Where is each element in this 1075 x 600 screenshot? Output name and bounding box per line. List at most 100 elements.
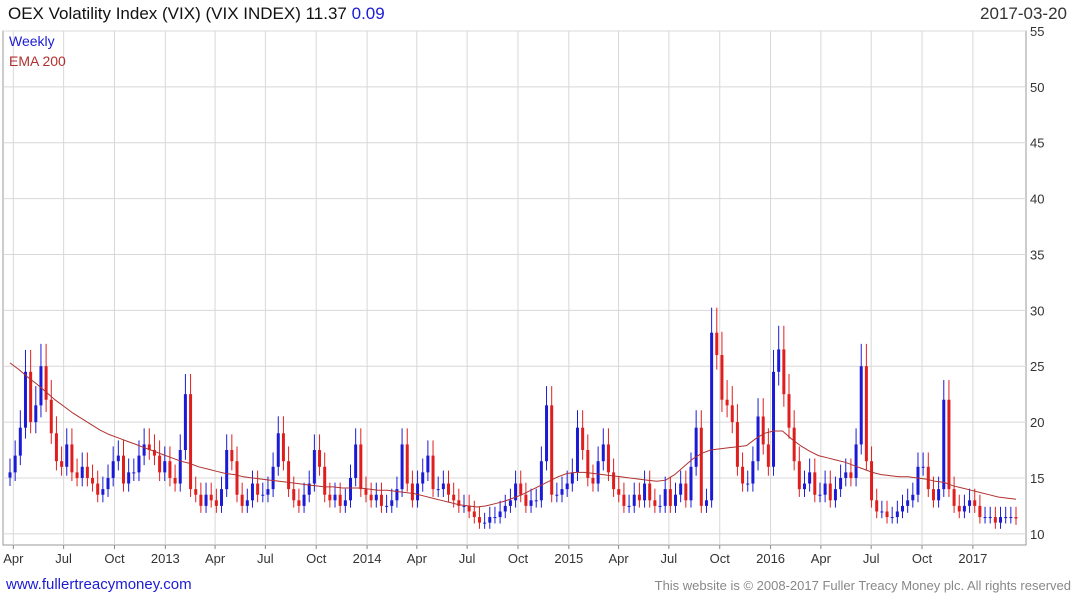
- candle-body: [374, 494, 378, 501]
- candle-body: [864, 366, 868, 462]
- candle-body: [230, 450, 234, 462]
- candle-body: [44, 366, 48, 400]
- candle-body: [612, 472, 616, 490]
- candle-body: [467, 505, 471, 512]
- candle-body: [931, 489, 935, 501]
- candle-body: [204, 494, 208, 506]
- candle-body: [276, 433, 280, 467]
- candle-body: [493, 517, 497, 519]
- candle-body: [240, 494, 244, 506]
- candle-body: [550, 405, 554, 495]
- candle-body: [756, 416, 760, 462]
- candle-body: [741, 466, 745, 484]
- candle-body: [385, 505, 389, 507]
- candle-body: [792, 427, 796, 462]
- candle-body: [96, 483, 100, 495]
- candle-body: [65, 444, 69, 467]
- x-tick-label: Jul: [863, 551, 880, 566]
- candle-body: [390, 500, 394, 506]
- candle-body: [715, 332, 719, 356]
- candle-body: [168, 461, 172, 478]
- candle-body: [452, 494, 456, 501]
- candle-body: [85, 466, 89, 478]
- candle-body: [18, 427, 22, 456]
- candle-body: [127, 472, 131, 484]
- candle-body: [60, 461, 64, 467]
- candle-body: [220, 489, 224, 506]
- candle-body: [735, 422, 739, 467]
- candle-body: [859, 366, 863, 445]
- candle-body: [359, 444, 363, 490]
- candle-body: [890, 517, 894, 519]
- candle-body: [400, 444, 404, 490]
- candle-body: [519, 483, 523, 495]
- candle-body: [405, 444, 409, 484]
- candle-body: [999, 517, 1003, 523]
- candle-body: [529, 500, 533, 506]
- candle-body: [421, 472, 425, 484]
- candle-body: [694, 427, 698, 467]
- candle-body: [973, 500, 977, 506]
- candle-body: [508, 500, 512, 506]
- candle-body: [823, 483, 827, 495]
- candle-body: [333, 494, 337, 501]
- candle-body: [395, 489, 399, 501]
- candle-body: [782, 349, 786, 395]
- candle-body: [462, 505, 466, 507]
- candle-body: [447, 483, 451, 495]
- candle-body: [292, 489, 296, 501]
- candle-body: [158, 455, 162, 473]
- candle-body: [214, 500, 218, 506]
- candle-body: [297, 500, 301, 506]
- y-tick-label: 20: [1030, 415, 1044, 430]
- x-tick-label: Jul: [55, 551, 72, 566]
- candle-body: [901, 505, 905, 512]
- candle-body: [163, 461, 167, 473]
- candle-body: [617, 489, 621, 495]
- x-tick-label: 2015: [554, 551, 583, 566]
- candle-body: [596, 461, 600, 484]
- y-tick-label: 15: [1030, 471, 1044, 486]
- candle-body: [813, 472, 817, 495]
- candle-body: [854, 444, 858, 478]
- candle-body: [225, 450, 229, 490]
- candle-body: [746, 483, 750, 485]
- candle-body: [431, 455, 435, 490]
- candle-body: [111, 461, 115, 478]
- y-tick-label: 45: [1030, 136, 1044, 151]
- candle-body: [426, 455, 430, 473]
- candle-body: [545, 405, 549, 462]
- y-tick-label: 25: [1030, 359, 1044, 374]
- candle-body: [256, 483, 260, 495]
- candle-body: [49, 399, 53, 434]
- candle-body: [483, 522, 487, 524]
- candle-body: [586, 450, 590, 478]
- legend-weekly: Weekly: [9, 33, 55, 49]
- candle-body: [235, 461, 239, 495]
- candle-body: [1004, 517, 1008, 519]
- candle-body: [668, 489, 672, 506]
- candle-body: [679, 483, 683, 495]
- candle-body: [581, 427, 585, 451]
- x-tick-label: Apr: [3, 551, 24, 566]
- candle-body: [689, 466, 693, 501]
- x-tick-label: Apr: [811, 551, 832, 566]
- x-tick-label: Apr: [608, 551, 629, 566]
- candle-body: [328, 494, 332, 501]
- candle-body: [116, 455, 120, 462]
- y-tick-label: 40: [1030, 192, 1044, 207]
- candle-body: [1009, 517, 1013, 519]
- footer-copyright: This website is © 2008-2017 Fuller Treac…: [654, 578, 1071, 593]
- candle-body: [266, 489, 270, 495]
- footer-link[interactable]: www.fullertreacymoney.com: [6, 576, 192, 593]
- candle-body: [348, 477, 352, 501]
- candle-body: [498, 511, 502, 518]
- candle-body: [245, 500, 249, 506]
- candle-body: [648, 483, 652, 501]
- candle-body: [338, 494, 342, 506]
- candle-body: [849, 472, 853, 478]
- candle-body: [663, 489, 667, 506]
- candle-body: [957, 505, 961, 512]
- x-tick-label: Oct: [912, 551, 933, 566]
- candle-body: [808, 472, 812, 484]
